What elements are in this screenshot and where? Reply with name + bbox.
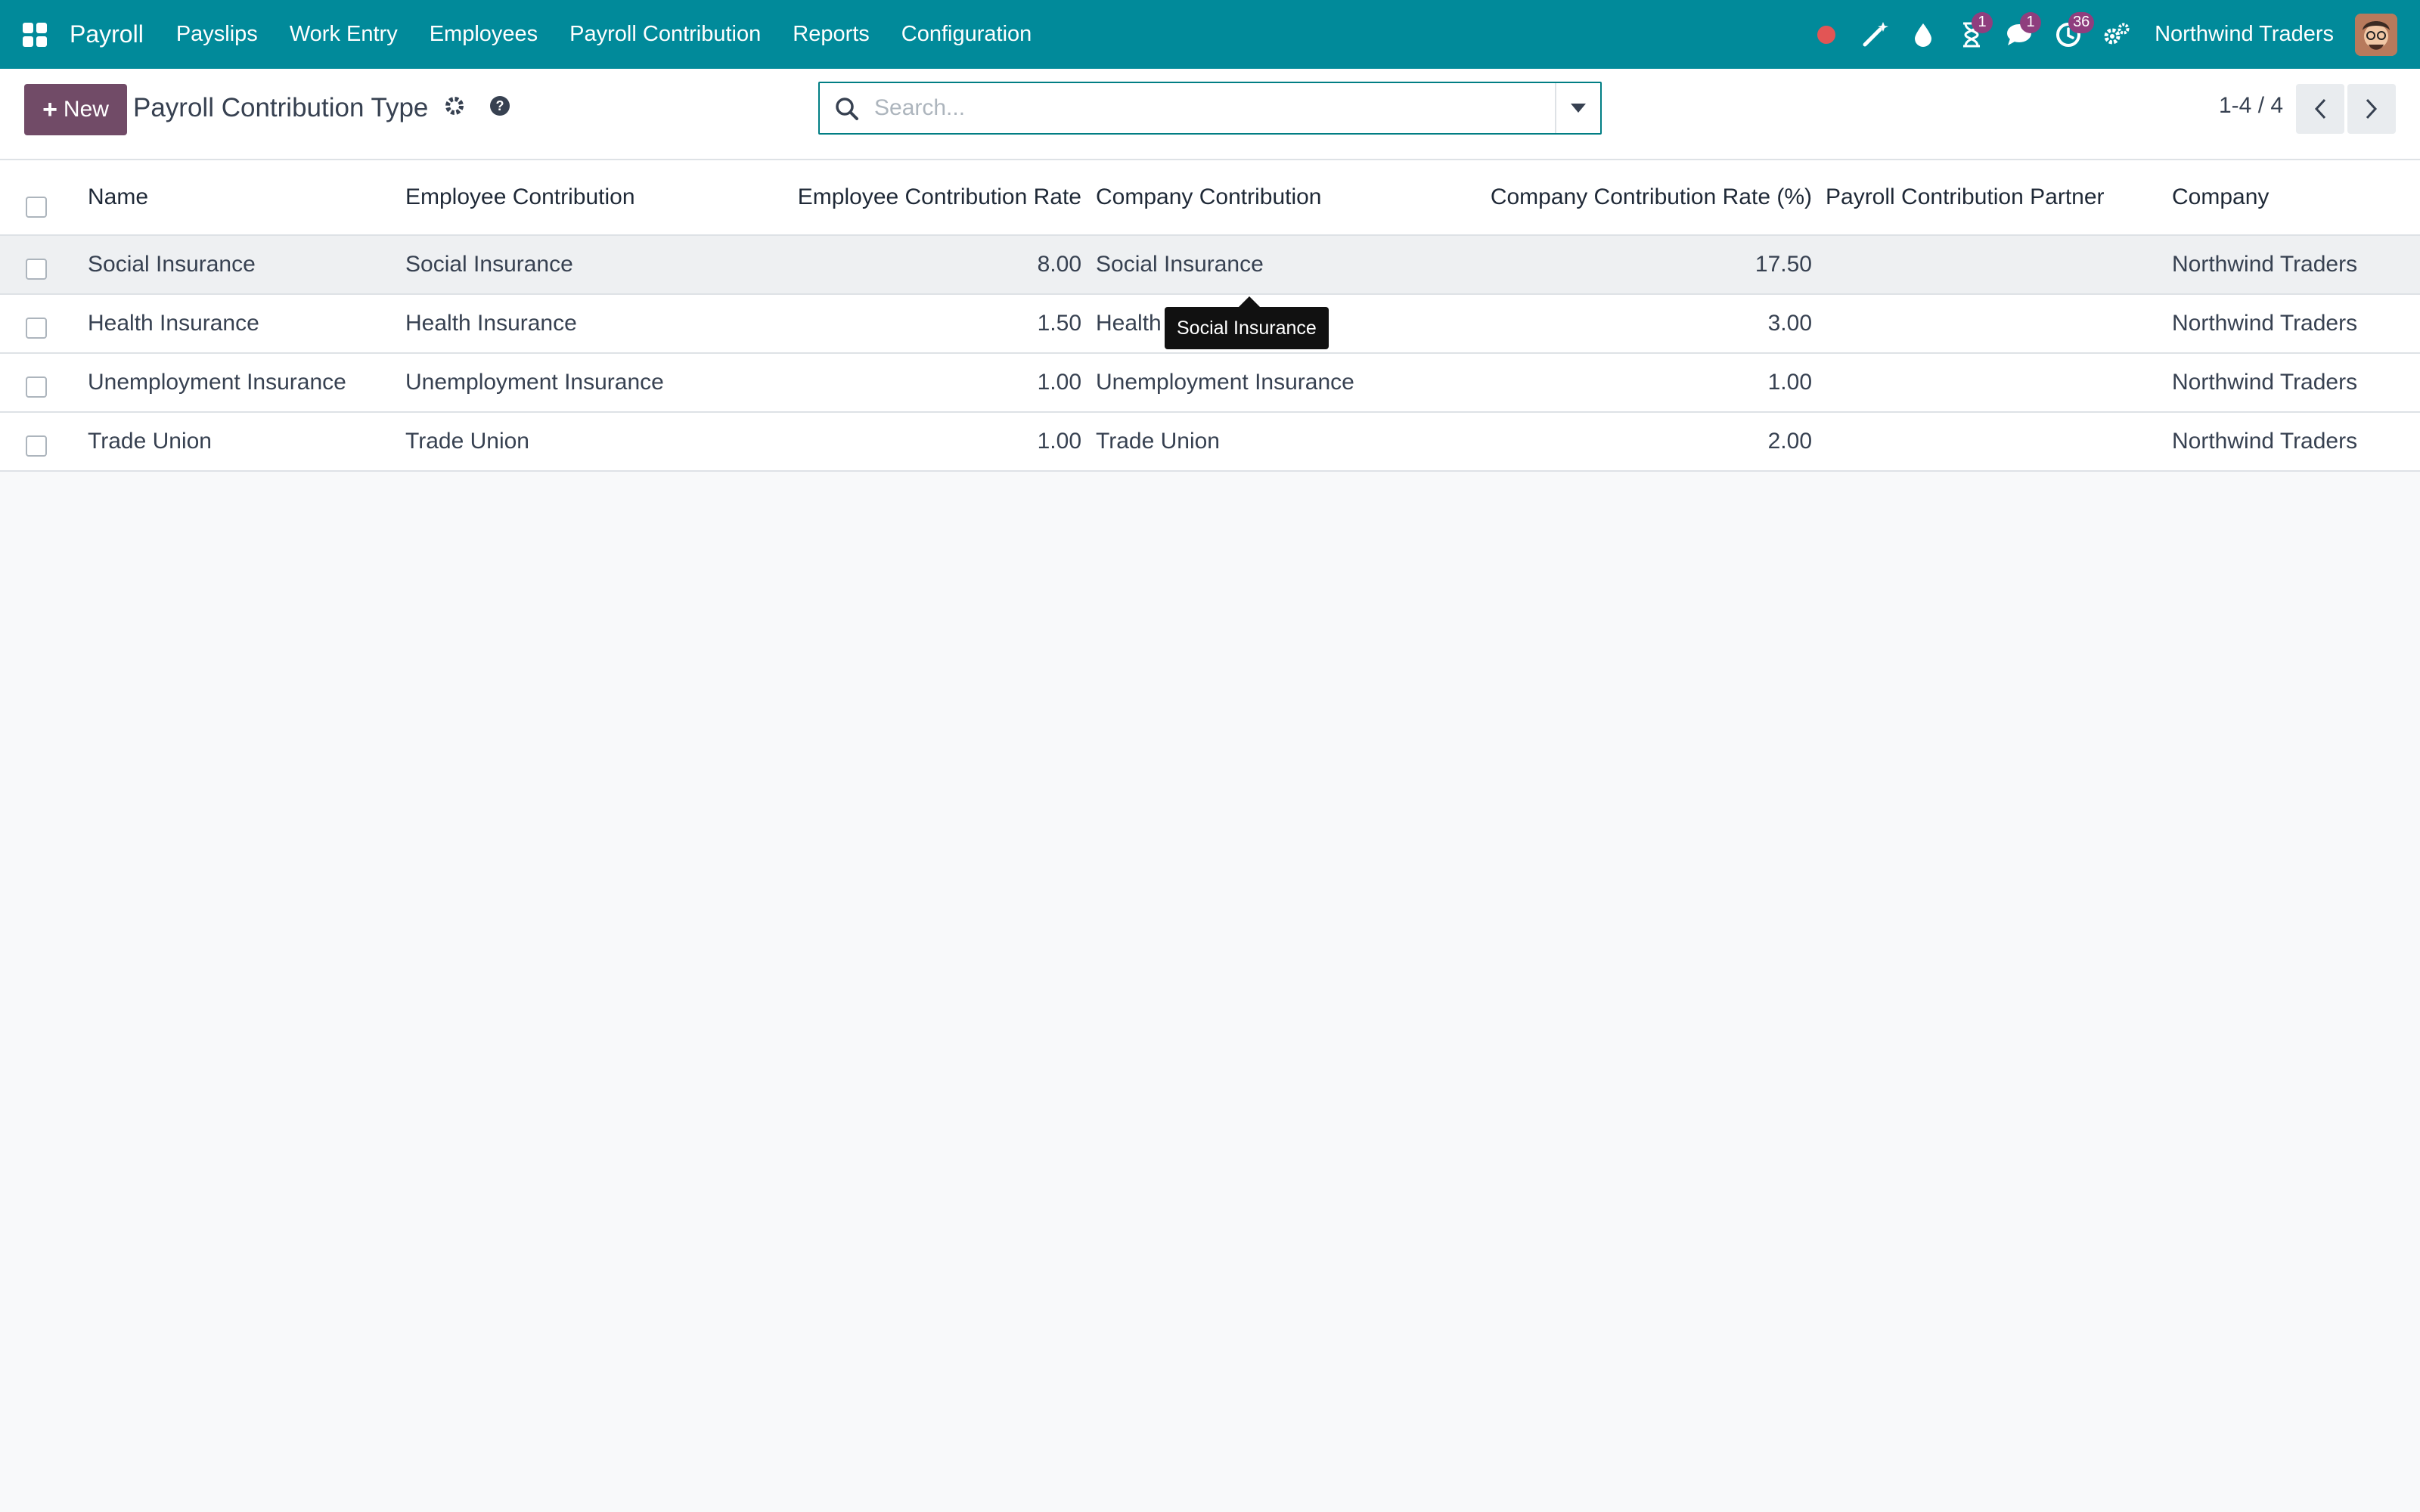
cell-company-contribution-rate: 2.00 [1767,429,1812,454]
table-header: Name Employee Contribution Employee Cont… [0,160,2420,236]
gear-icon [445,97,464,115]
menu-configuration[interactable]: Configuration [886,22,1048,47]
messages-badge: 1 [2020,11,2042,33]
cell-company-contribution: Unemployment Insurance [1096,370,1354,395]
search-bar [818,82,1602,135]
settings-button[interactable] [2102,20,2132,50]
cell-employee-contribution: Social Insurance [405,252,573,277]
drop-button[interactable] [1908,20,1938,50]
column-header-company-contribution[interactable]: Company Contribution [1096,160,1322,234]
tooltip: Social Insurance [1165,307,1329,349]
cell-company-contribution: Health [1096,311,1162,336]
cell-name: Trade Union [88,429,212,454]
cell-name: Health Insurance [88,311,259,336]
cell-company: Northwind Traders [2172,429,2358,454]
column-header-name[interactable]: Name [88,160,148,234]
cell-company-contribution-rate: 1.00 [1767,370,1812,395]
row-checkbox[interactable] [26,435,47,457]
cell-name: Unemployment Insurance [88,370,346,395]
pager-next-button[interactable] [2347,84,2396,134]
systray: 1 1 36 Northwind Traders [1793,0,2420,69]
page-title: Payroll Contribution Type [133,93,429,122]
row-checkbox[interactable] [26,376,47,398]
menu-reports[interactable]: Reports [777,22,886,47]
record-dot-icon [1817,25,1836,44]
menu-payroll-contribution[interactable]: Payroll Contribution [554,22,777,47]
cell-company: Northwind Traders [2172,370,2358,395]
new-button[interactable]: + New [24,84,127,135]
chevron-left-icon [2314,98,2326,119]
new-button-label: New [63,97,109,122]
top-navbar: Payroll Payslips Work Entry Employees Pa… [0,0,2420,69]
apps-menu-button[interactable] [0,0,70,69]
magic-wand-button[interactable] [1860,20,1890,50]
cell-name: Social Insurance [88,252,256,277]
cell-employee-contribution: Unemployment Insurance [405,370,664,395]
company-switcher[interactable]: Northwind Traders [2155,22,2334,47]
caret-down-icon [1571,104,1586,113]
timer-button[interactable]: 36 [2053,11,2095,50]
messages-button[interactable]: 1 [2005,11,2042,50]
actions-gear-button[interactable] [443,94,467,119]
cell-company-contribution: Social Insurance [1096,252,1264,277]
cell-company-contribution: Trade Union [1096,429,1220,454]
pager-value[interactable]: 1-4 / 4 [2219,93,2283,119]
search-icon [836,98,858,120]
main-menu: Payslips Work Entry Employees Payroll Co… [160,22,1047,47]
question-circle-icon: ? [490,96,510,116]
settings-icon [2104,23,2130,44]
user-avatar[interactable] [2355,13,2397,56]
cell-company: Northwind Traders [2172,252,2358,277]
help-button[interactable]: ? [489,94,513,119]
cell-company-contribution-rate: 3.00 [1767,311,1812,336]
svg-text:?: ? [496,98,504,113]
menu-payslips[interactable]: Payslips [160,22,274,47]
column-header-company[interactable]: Company [2172,160,2269,234]
cell-employee-contribution-rate: 1.00 [1037,429,1081,454]
timer-badge: 36 [2068,11,2095,33]
row-checkbox[interactable] [26,259,47,280]
cell-employee-contribution-rate: 1.50 [1037,311,1081,336]
row-checkbox[interactable] [26,318,47,339]
column-header-company-contribution-rate[interactable]: Company Contribution Rate (%) [1437,160,1812,234]
column-header-payroll-contribution-partner[interactable]: Payroll Contribution Partner [1826,160,2105,234]
column-header-employee-contribution-rate[interactable]: Employee Contribution Rate [771,160,1081,234]
record-button[interactable] [1811,20,1841,50]
table-row[interactable]: Trade Union Trade Union 1.00 Trade Union… [0,413,2420,472]
control-panel: + New Payroll Contribution Type ? 1-4 / … [0,69,2420,160]
app-name[interactable]: Payroll [70,20,144,48]
cell-company: Northwind Traders [2172,311,2358,336]
menu-employees[interactable]: Employees [414,22,554,47]
magic-wand-icon [1863,21,1889,46]
table-row[interactable]: Social Insurance Social Insurance 8.00 S… [0,236,2420,295]
pager-previous-button[interactable] [2296,84,2344,134]
search-options-toggle[interactable] [1555,83,1600,133]
cell-employee-contribution: Trade Union [405,429,529,454]
cell-employee-contribution-rate: 8.00 [1037,252,1081,277]
column-header-employee-contribution[interactable]: Employee Contribution [405,160,635,234]
activities-badge: 1 [1972,11,1993,33]
activities-button[interactable]: 1 [1956,11,1993,50]
plus-icon: + [42,94,57,124]
cell-company-contribution-rate: 17.50 [1754,252,1812,277]
select-all-checkbox[interactable] [26,197,47,218]
cell-employee-contribution-rate: 1.00 [1037,370,1081,395]
drop-icon [1915,23,1932,47]
table-row[interactable]: Unemployment Insurance Unemployment Insu… [0,354,2420,413]
cell-employee-contribution: Health Insurance [405,311,577,336]
apps-icon [23,22,47,47]
menu-work-entry[interactable]: Work Entry [274,22,414,47]
search-input[interactable] [874,83,1525,133]
chevron-right-icon [2366,98,2378,119]
